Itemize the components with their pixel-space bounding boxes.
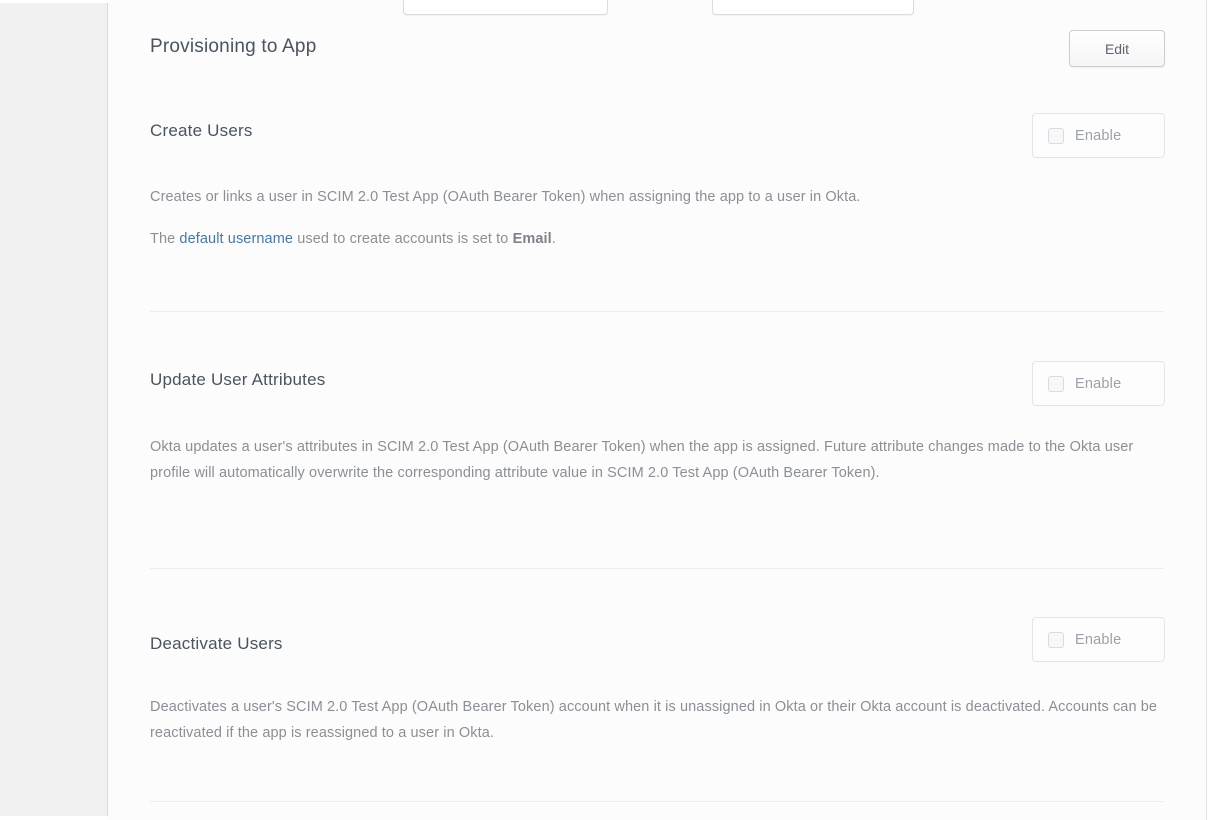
note-middle: used to create accounts is set to [293,231,513,247]
section-title-create-users: Create Users [150,121,253,141]
deactivate-users-description: Deactivates a user's SCIM 2.0 Test App (… [150,694,1164,746]
enable-label: Enable [1075,632,1121,648]
truncated-field-right[interactable] [712,0,914,15]
edit-button[interactable]: Edit [1069,30,1165,67]
enable-toggle-deactivate-users[interactable]: Enable [1032,617,1165,662]
section-title-deactivate-users: Deactivate Users [150,634,283,654]
enable-label: Enable [1075,376,1121,392]
enable-toggle-create-users[interactable]: Enable [1032,113,1165,158]
provisioning-settings-panel: Provisioning to App Edit Create Users En… [108,0,1207,820]
create-users-username-note: The default username used to create acco… [150,226,1164,252]
truncated-field-left[interactable] [403,0,608,15]
default-username-link[interactable]: default username [179,231,293,247]
section-title-update-user-attributes: Update User Attributes [150,370,325,390]
note-suffix: . [552,231,556,247]
section-divider [150,311,1164,312]
note-prefix: The [150,231,179,247]
update-user-attributes-description: Okta updates a user's attributes in SCIM… [150,434,1164,486]
note-bold-value: Email [513,231,552,247]
enable-checkbox-icon[interactable] [1048,376,1064,392]
section-divider [150,801,1164,802]
left-sidebar-gutter [0,3,108,816]
enable-label: Enable [1075,128,1121,144]
create-users-description: Creates or links a user in SCIM 2.0 Test… [150,184,1164,210]
enable-toggle-update-user-attributes[interactable]: Enable [1032,361,1165,406]
enable-checkbox-icon[interactable] [1048,632,1064,648]
page-title: Provisioning to App [150,36,316,58]
enable-checkbox-icon[interactable] [1048,128,1064,144]
section-divider [150,568,1164,569]
